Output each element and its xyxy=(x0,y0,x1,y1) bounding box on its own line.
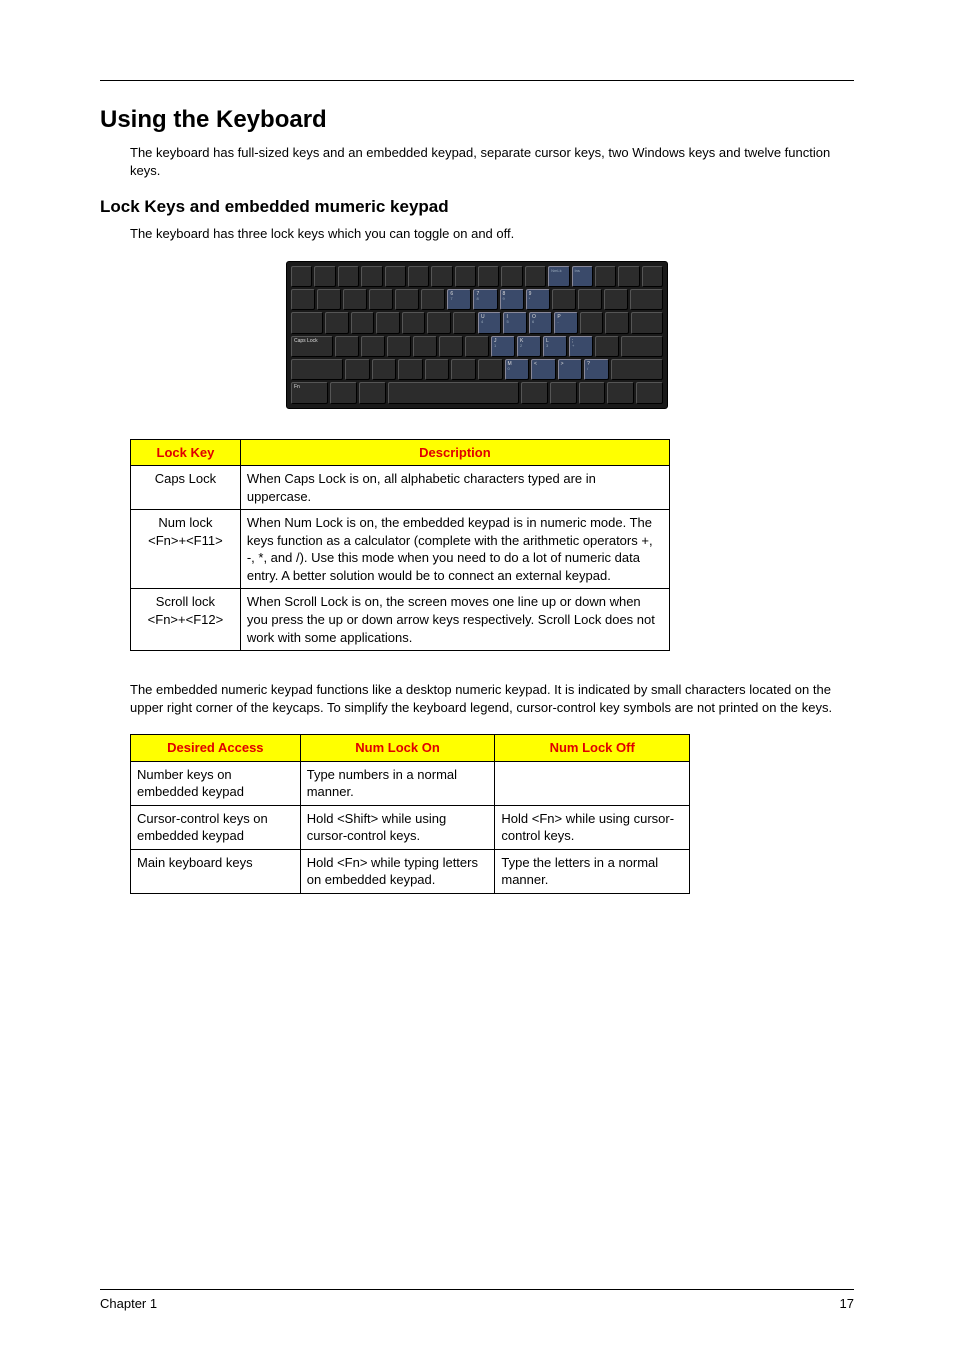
access-cell: Number keys on embedded keypad xyxy=(131,761,301,805)
top-rule xyxy=(100,80,854,81)
section-subtitle: Lock Keys and embedded mumeric keypad xyxy=(100,197,854,217)
lock-key-name: Num lock <Fn>+<F11> xyxy=(131,510,241,589)
table1-header-desc: Description xyxy=(240,439,669,466)
table2-header-access: Desired Access xyxy=(131,735,301,762)
access-cell: Cursor-control keys on embedded keypad xyxy=(131,805,301,849)
on-cell: Hold <Shift> while using cursor-control … xyxy=(300,805,495,849)
keyboard-illustration: NmLkIns 6 77 88 99 * U 4I 5O 6P - Caps L… xyxy=(286,261,668,409)
table-row: Scroll lock <Fn>+<F12> When Scroll Lock … xyxy=(131,589,670,651)
table-row: Cursor-control keys on embedded keypad H… xyxy=(131,805,690,849)
lock-key-desc: When Scroll Lock is on, the screen moves… xyxy=(240,589,669,651)
table-row: Main keyboard keys Hold <Fn> while typin… xyxy=(131,849,690,893)
on-cell: Type numbers in a normal manner. xyxy=(300,761,495,805)
table-row: Number keys on embedded keypad Type numb… xyxy=(131,761,690,805)
intro-paragraph: The keyboard has full-sized keys and an … xyxy=(130,144,854,179)
keyboard-figure: NmLkIns 6 77 88 99 * U 4I 5O 6P - Caps L… xyxy=(100,261,854,409)
numlock-table: Desired Access Num Lock On Num Lock Off … xyxy=(130,734,690,894)
lock-key-desc: When Num Lock is on, the embedded keypad… xyxy=(240,510,669,589)
footer-page-number: 17 xyxy=(840,1296,854,1311)
page-title: Using the Keyboard xyxy=(100,106,854,134)
section-intro: The keyboard has three lock keys which y… xyxy=(130,225,854,243)
mid-paragraph: The embedded numeric keypad functions li… xyxy=(130,681,854,716)
off-cell xyxy=(495,761,690,805)
caps-lock-key: Caps Lock xyxy=(291,336,333,357)
table-row: Num lock <Fn>+<F11> When Num Lock is on,… xyxy=(131,510,670,589)
page: Using the Keyboard The keyboard has full… xyxy=(0,0,954,1351)
lock-key-desc: When Caps Lock is on, all alphabetic cha… xyxy=(240,466,669,510)
on-cell: Hold <Fn> while typing letters on embedd… xyxy=(300,849,495,893)
table2-header-on: Num Lock On xyxy=(300,735,495,762)
lock-key-name: Caps Lock xyxy=(131,466,241,510)
lock-key-name: Scroll lock <Fn>+<F12> xyxy=(131,589,241,651)
lock-keys-table: Lock Key Description Caps Lock When Caps… xyxy=(130,439,670,651)
table1-header-key: Lock Key xyxy=(131,439,241,466)
off-cell: Type the letters in a normal manner. xyxy=(495,849,690,893)
access-cell: Main keyboard keys xyxy=(131,849,301,893)
footer-chapter: Chapter 1 xyxy=(100,1296,157,1311)
table2-header-off: Num Lock Off xyxy=(495,735,690,762)
off-cell: Hold <Fn> while using cursor-control key… xyxy=(495,805,690,849)
table-row: Caps Lock When Caps Lock is on, all alph… xyxy=(131,466,670,510)
page-footer: Chapter 1 17 xyxy=(100,1289,854,1311)
